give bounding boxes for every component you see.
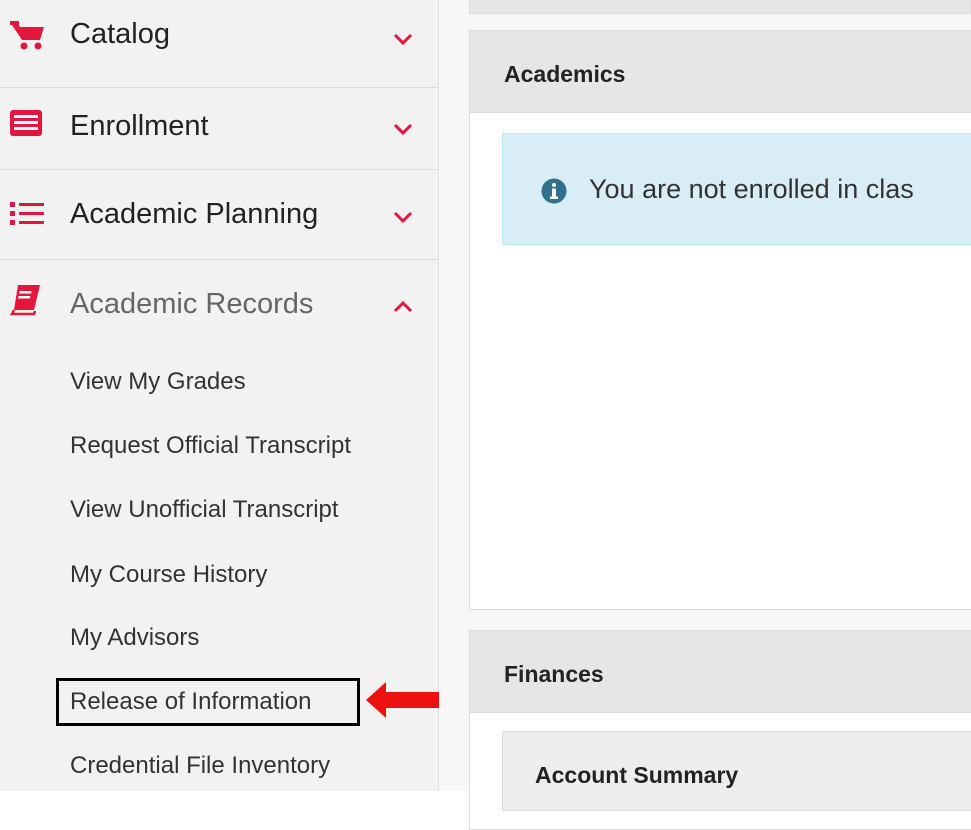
finances-title: Finances bbox=[504, 661, 604, 687]
chevron-up-icon[interactable] bbox=[392, 300, 414, 314]
sidebar-nav: Catalog Enrollment Academic Planning Aca… bbox=[0, 0, 444, 791]
main-content: Academics You are not enrolled in clas F… bbox=[439, 0, 971, 830]
list-alt-icon bbox=[10, 110, 42, 136]
highlight-box bbox=[56, 678, 360, 726]
sidebar-item-academic-records[interactable]: Academic Records bbox=[0, 260, 438, 350]
academics-title: Academics bbox=[504, 61, 626, 87]
academics-panel: Academics You are not enrolled in clas bbox=[469, 30, 971, 610]
sidebar-subitem-view-unofficial-transcript[interactable]: View Unofficial Transcript bbox=[70, 496, 339, 524]
info-icon bbox=[541, 178, 567, 204]
academics-panel-header: Academics bbox=[470, 31, 971, 113]
account-summary-title: Account Summary bbox=[535, 762, 739, 788]
red-arrow-icon bbox=[366, 682, 444, 718]
finances-panel: Finances Account Summary bbox=[469, 630, 971, 830]
shopping-cart-icon bbox=[10, 21, 44, 50]
sidebar-subitem-my-course-history[interactable]: My Course History bbox=[70, 561, 267, 589]
finances-panel-header: Finances bbox=[470, 631, 971, 713]
sidebar-item-label: Academic Records bbox=[70, 288, 314, 320]
chevron-down-icon[interactable] bbox=[392, 32, 414, 46]
sidebar-item-enrollment[interactable]: Enrollment bbox=[0, 80, 438, 170]
sidebar-item-label: Catalog bbox=[70, 18, 170, 50]
sidebar-item-academic-planning[interactable]: Academic Planning bbox=[0, 170, 438, 260]
sidebar-item-label: Academic Planning bbox=[70, 198, 319, 230]
chevron-down-icon[interactable] bbox=[392, 210, 414, 224]
chevron-down-icon[interactable] bbox=[392, 122, 414, 136]
account-summary-panel: Account Summary bbox=[502, 731, 971, 811]
book-icon bbox=[9, 285, 40, 316]
list-icon bbox=[10, 202, 44, 225]
sidebar-subitem-request-official-transcript[interactable]: Request Official Transcript bbox=[70, 432, 351, 460]
sidebar-subitem-credential-file-inventory[interactable]: Credential File Inventory bbox=[70, 752, 330, 780]
sidebar-subitem-my-advisors[interactable]: My Advisors bbox=[70, 624, 199, 652]
not-enrolled-alert: You are not enrolled in clas bbox=[502, 133, 971, 245]
alert-message: You are not enrolled in clas bbox=[589, 174, 914, 204]
top-panel-edge bbox=[469, 0, 971, 14]
sidebar-item-catalog[interactable]: Catalog bbox=[0, 0, 438, 88]
sidebar-subitem-view-my-grades[interactable]: View My Grades bbox=[70, 368, 246, 396]
sidebar-item-label: Enrollment bbox=[70, 110, 209, 142]
